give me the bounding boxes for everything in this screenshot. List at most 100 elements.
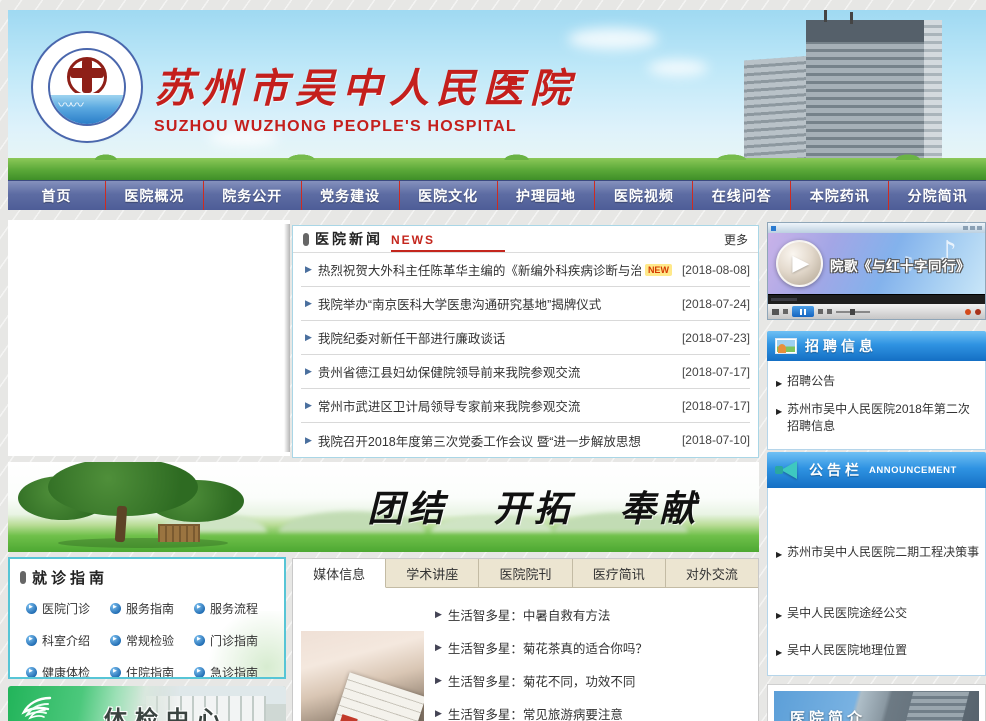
circle-arrow-icon [110,603,121,614]
news-more-link[interactable]: 更多 [724,231,748,248]
circle-arrow-icon [194,667,205,678]
announcement-title: 公告栏 [809,460,863,480]
media-item[interactable]: ▶ 生活智多星：菊花不同，功效不同 [431,664,748,697]
hospital-intro-card[interactable]: 医院简介 [767,684,986,721]
arrow-icon: ▶ [776,546,782,563]
site-header: 苏州市吴中人民医院 SUZHOU WUZHONG PEOPLE'S HOSPIT… [8,10,986,180]
guide-item-service-guide[interactable]: 服务指南 [110,600,194,617]
media-item[interactable]: ▶ 生活智多星：常见旅游病要注意 [431,697,748,721]
calligraphy-seal [505,72,519,90]
guide-item-outpatient[interactable]: 医院门诊 [26,600,110,617]
arrow-icon: ▶ [305,435,312,446]
circle-arrow-icon [26,667,37,678]
video-caption: 院歌《与红十字同行》 [830,255,970,275]
media-photo [301,631,424,721]
announcement-title-en: ANNOUNCEMENT [869,465,957,476]
section-bullet-icon [20,571,26,584]
news-row[interactable]: ▶ 贵州省德江县妇幼保健院领导前来我院参观交流 [2018-07-17] [301,355,750,389]
media-item[interactable]: ▶ 生活智多星：中暑自救有方法 [431,598,748,631]
stop-button[interactable] [772,309,779,315]
guide-item-service-flow[interactable]: 服务流程 [194,600,278,617]
pause-button[interactable] [792,306,814,317]
guide-title: 就诊指南 [32,567,108,588]
nav-item-video[interactable]: 医院视频 [594,181,692,210]
window-buttons[interactable] [963,226,982,230]
arrow-icon: ▶ [435,675,442,686]
guide-item-inpatient-guide[interactable]: 住院指南 [110,664,194,679]
site-title-en: SUZHOU WUZHONG PEOPLE'S HOSPITAL [154,118,577,136]
guide-item-outpatient-guide[interactable]: 门诊指南 [194,632,278,649]
announcement-item[interactable]: ▶ 吴中人民医院地理位置 [768,642,985,661]
guide-item-emergency-guide[interactable]: 急诊指南 [194,664,278,679]
guide-item-routine-tests[interactable]: 常规检验 [110,632,194,649]
tab-media-info[interactable]: 媒体信息 [293,559,386,588]
news-row[interactable]: ▶ 热烈祝贺大外科主任陈革华主编的《新编外科疾病诊断与治 NEW [2018-0… [301,253,750,287]
health-check-banner[interactable]: 体检中心 [8,686,286,721]
nav-item-culture[interactable]: 医院文化 [399,181,497,210]
health-check-label: 体检中心 [104,700,228,721]
playlist-button[interactable] [827,309,832,314]
slideshow-panel [8,220,290,456]
next-button[interactable] [818,309,823,314]
news-row[interactable]: ▶ 我院举办“南京医科大学医患沟通研究基地”揭牌仪式 [2018-07-24] [301,287,750,321]
news-row[interactable]: ▶ 我院纪委对新任干部进行廉政谈话 [2018-07-23] [301,321,750,355]
hospital-logo [36,36,138,138]
arrow-icon: ▶ [305,400,312,411]
news-row[interactable]: ▶ 常州市武进区卫计局领导专家前来我院参观交流 [2018-07-17] [301,389,750,423]
record-button[interactable] [965,309,971,315]
announcement-item[interactable]: ▶ 苏州市吴中人民医院二期工程决策事 [768,544,985,563]
arrow-icon: ▶ [435,708,442,719]
visit-guide-section: 就诊指南 医院门诊 服务指南 服务流程 科室介绍 常规检验 门诊指南 健康体检 … [8,557,286,679]
circle-arrow-icon [26,603,37,614]
section-bullet-icon [303,233,309,246]
news-title: 医院新闻 [315,229,383,249]
nav-item-party[interactable]: 党务建设 [301,181,399,210]
slogan-text: 团结开拓奉献 [8,480,759,532]
cloud-decoration [648,60,708,76]
player-status-bar [768,294,985,304]
arrow-icon: ▶ [776,644,782,661]
arrow-icon: ▶ [776,403,782,435]
recruit-item[interactable]: ▶ 苏州市吴中人民医院2018年第二次招聘信息 [768,401,985,435]
recruit-item[interactable]: ▶ 招聘公告 [768,373,985,392]
tab-medical-briefs[interactable]: 医疗简讯 [573,559,666,587]
news-title-en: NEWS [391,233,505,252]
grass-decoration [8,158,986,180]
tab-hospital-journal[interactable]: 医院院刊 [479,559,572,587]
news-row[interactable]: ▶ 我院召开2018年度第三次党委工作会议 暨“进一步解放思想 [2018-07… [301,423,750,457]
announcement-item[interactable]: ▶ 吴中人民医院途经公交 [768,605,985,624]
arrow-icon: ▶ [435,609,442,620]
player-controls [768,304,985,319]
volume-slider[interactable] [836,311,870,313]
previous-button[interactable] [783,309,788,314]
capture-button[interactable] [975,309,981,315]
tab-academic-lectures[interactable]: 学术讲座 [386,559,479,587]
recruit-title: 招聘信息 [805,336,877,356]
hospital-building-image [744,18,942,166]
nav-item-nursing[interactable]: 护理园地 [497,181,595,210]
guide-item-health-check[interactable]: 健康体检 [26,664,110,679]
arrow-icon: ▶ [305,332,312,343]
nav-item-pharmacy[interactable]: 本院药讯 [790,181,888,210]
recruit-header: 招聘信息 [767,331,986,361]
recruit-list: ▶ 招聘公告 ▶ 苏州市吴中人民医院2018年第二次招聘信息 [767,361,986,450]
bird-logo-icon [20,694,54,721]
nav-item-branch[interactable]: 分院简讯 [888,181,986,210]
slogan-banner: 团结开拓奉献 [8,462,759,552]
nav-item-home[interactable]: 首页 [8,181,105,210]
intro-label: 医院简介 [790,707,866,721]
arrow-icon: ▶ [776,375,782,392]
play-button[interactable] [776,240,823,287]
player-logo-icon [771,226,776,231]
page: 苏州市吴中人民医院 SUZHOU WUZHONG PEOPLE'S HOSPIT… [0,0,986,721]
nav-item-overview[interactable]: 医院概况 [105,181,203,210]
tab-external-exchange[interactable]: 对外交流 [666,559,758,587]
cloud-decoration [568,28,658,50]
news-section: 医院新闻 NEWS 更多 ▶ 热烈祝贺大外科主任陈革华主编的《新编外科疾病诊断与… [292,225,759,458]
media-item[interactable]: ▶ 生活智多星：菊花茶真的适合你吗？ [431,631,748,664]
intro-building-image: 医院简介 [774,691,979,721]
guide-item-departments[interactable]: 科室介绍 [26,632,110,649]
nav-item-qa[interactable]: 在线问答 [692,181,790,210]
announcement-header: 公告栏 ANNOUNCEMENT [767,452,986,488]
nav-item-public[interactable]: 院务公开 [203,181,301,210]
